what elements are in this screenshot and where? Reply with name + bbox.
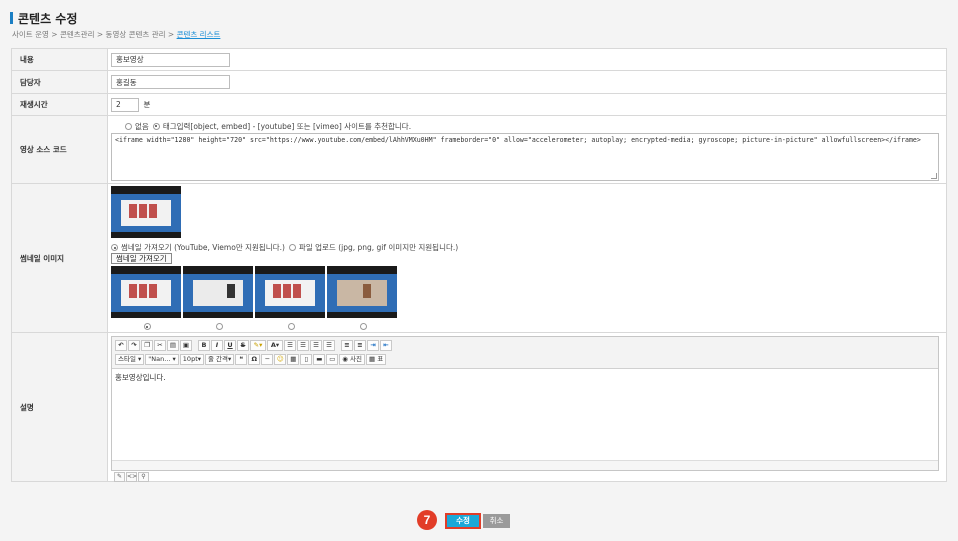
layout-icon[interactable]: ▯ <box>300 354 313 365</box>
font-select[interactable]: "Nan... ▾ <box>145 354 179 365</box>
paste-icon[interactable]: ▤ <box>167 340 179 351</box>
playtime-label: 재생시간 <box>11 93 108 116</box>
thumbnail-select-radio[interactable] <box>215 323 223 330</box>
undo-icon[interactable]: ↶ <box>115 340 127 351</box>
manager-input[interactable] <box>111 75 230 89</box>
video-source-textarea[interactable]: <iframe width="1280" height="720" src="h… <box>111 132 939 181</box>
current-thumbnail <box>111 186 181 238</box>
editor-mode-tabs: ✎ <> ⚲ <box>114 472 149 482</box>
manager-label: 담당자 <box>11 70 108 94</box>
font-size-select[interactable]: 10pt▾ <box>179 354 205 365</box>
rich-text-editor: ↶ ↷ ❐ ✂ ▤ ▣ B I U S ✎▾ A▾ ☰ ☰ ☰ ☰ ≡ ≡ ⇥ … <box>111 336 939 482</box>
breadcrumb-item[interactable]: 콘텐츠관리 <box>60 30 95 39</box>
video-source-label: 영상 소스 코드 <box>11 115 108 184</box>
step-badge: 7 <box>417 510 437 530</box>
image-link-icon[interactable]: ▦ <box>287 354 300 365</box>
editor-toolbar: ↶ ↷ ❐ ✂ ▤ ▣ B I U S ✎▾ A▾ ☰ ☰ ☰ ☰ ≡ ≡ ⇥ … <box>112 337 938 369</box>
quote-icon[interactable]: ❝ <box>235 354 248 365</box>
font-color-icon[interactable]: A▾ <box>267 340 283 351</box>
thumb-upload-radio[interactable] <box>288 244 296 251</box>
cancel-button[interactable]: 취소 <box>483 514 510 528</box>
page-header: 콘텐츠 수정 <box>10 10 77 26</box>
select-all-icon[interactable]: ▣ <box>180 340 192 351</box>
italic-icon[interactable]: I <box>211 340 223 351</box>
indent-icon[interactable]: ⇥ <box>367 340 379 351</box>
breadcrumb: 사이트 운영 > 콘텐츠관리 > 동영상 콘텐츠 관리 > 콘텐츠 리스트 <box>12 30 221 39</box>
content-input[interactable] <box>111 52 230 67</box>
redo-icon[interactable]: ↷ <box>128 340 140 351</box>
html-mode-icon[interactable]: <> <box>126 472 137 482</box>
preview-mode-icon[interactable]: ⚲ <box>138 472 149 482</box>
unlink-icon[interactable]: ▭ <box>326 354 339 365</box>
underline-icon[interactable]: U <box>224 340 236 351</box>
content-label: 내용 <box>11 48 108 71</box>
content-edit-form: 내용 담당자 재생시간 분 영상 소스 코드 없음태그입력[object, em… <box>11 48 947 482</box>
emoticon-icon[interactable]: ☺ <box>274 354 287 365</box>
align-left-icon[interactable]: ☰ <box>284 340 296 351</box>
line-height-select[interactable]: 줄 간격▾ <box>205 354 235 365</box>
form-actions: 7 수정 취소 <box>0 510 958 530</box>
thumbnail-label: 썸네일 이미지 <box>11 183 108 333</box>
style-select[interactable]: 스타일 ▾ <box>115 354 145 365</box>
thumbnail-select-radio[interactable] <box>287 323 295 330</box>
link-icon[interactable]: ▬ <box>313 354 326 365</box>
fetch-thumbnail-button[interactable]: 썸네일 가져오기 <box>111 253 172 264</box>
copy-icon[interactable]: ❐ <box>141 340 153 351</box>
unordered-list-icon[interactable]: ≡ <box>354 340 366 351</box>
thumbnail-option[interactable] <box>183 266 253 318</box>
thumbnail-select-radio[interactable] <box>143 323 151 330</box>
thumbnail-option[interactable] <box>255 266 325 318</box>
align-center-icon[interactable]: ☰ <box>297 340 309 351</box>
special-char-icon[interactable]: Ω <box>248 354 261 365</box>
thumbnail-option[interactable] <box>111 266 181 318</box>
table-button[interactable]: ▦ 표 <box>366 354 387 365</box>
title-accent-bar <box>10 12 13 24</box>
page-title: 콘텐츠 수정 <box>18 11 78 26</box>
breadcrumb-current[interactable]: 콘텐츠 리스트 <box>177 30 221 39</box>
strikethrough-icon[interactable]: S <box>237 340 249 351</box>
bold-icon[interactable]: B <box>198 340 210 351</box>
outdent-icon[interactable]: ⇤ <box>380 340 392 351</box>
description-label: 설명 <box>11 332 108 482</box>
ordered-list-icon[interactable]: ≡ <box>341 340 353 351</box>
breadcrumb-item[interactable]: 사이트 운영 <box>12 30 49 39</box>
source-none-radio[interactable] <box>125 122 132 130</box>
highlight-color-icon[interactable]: ✎▾ <box>250 340 266 351</box>
thumbnail-select-radio[interactable] <box>359 323 367 330</box>
breadcrumb-item[interactable]: 동영상 콘텐츠 관리 <box>106 30 166 39</box>
resize-grip-icon[interactable] <box>931 172 937 179</box>
photo-button[interactable]: ◉ 사진 <box>339 354 366 365</box>
align-right-icon[interactable]: ☰ <box>310 340 322 351</box>
thumb-fetch-radio[interactable] <box>111 244 118 251</box>
cut-icon[interactable]: ✂ <box>154 340 166 351</box>
edit-mode-icon[interactable]: ✎ <box>114 472 125 482</box>
horizontal-rule-icon[interactable]: ─ <box>261 354 274 365</box>
thumbnail-option[interactable] <box>327 266 397 318</box>
save-button[interactable]: 수정 <box>445 513 481 529</box>
playtime-input[interactable] <box>111 97 139 112</box>
playtime-unit: 분 <box>143 100 151 109</box>
editor-resize-bar[interactable] <box>112 460 938 470</box>
align-justify-icon[interactable]: ☰ <box>323 340 335 351</box>
source-tag-radio[interactable] <box>152 122 160 130</box>
editor-content[interactable]: 홍보영상입니다. <box>112 369 938 386</box>
